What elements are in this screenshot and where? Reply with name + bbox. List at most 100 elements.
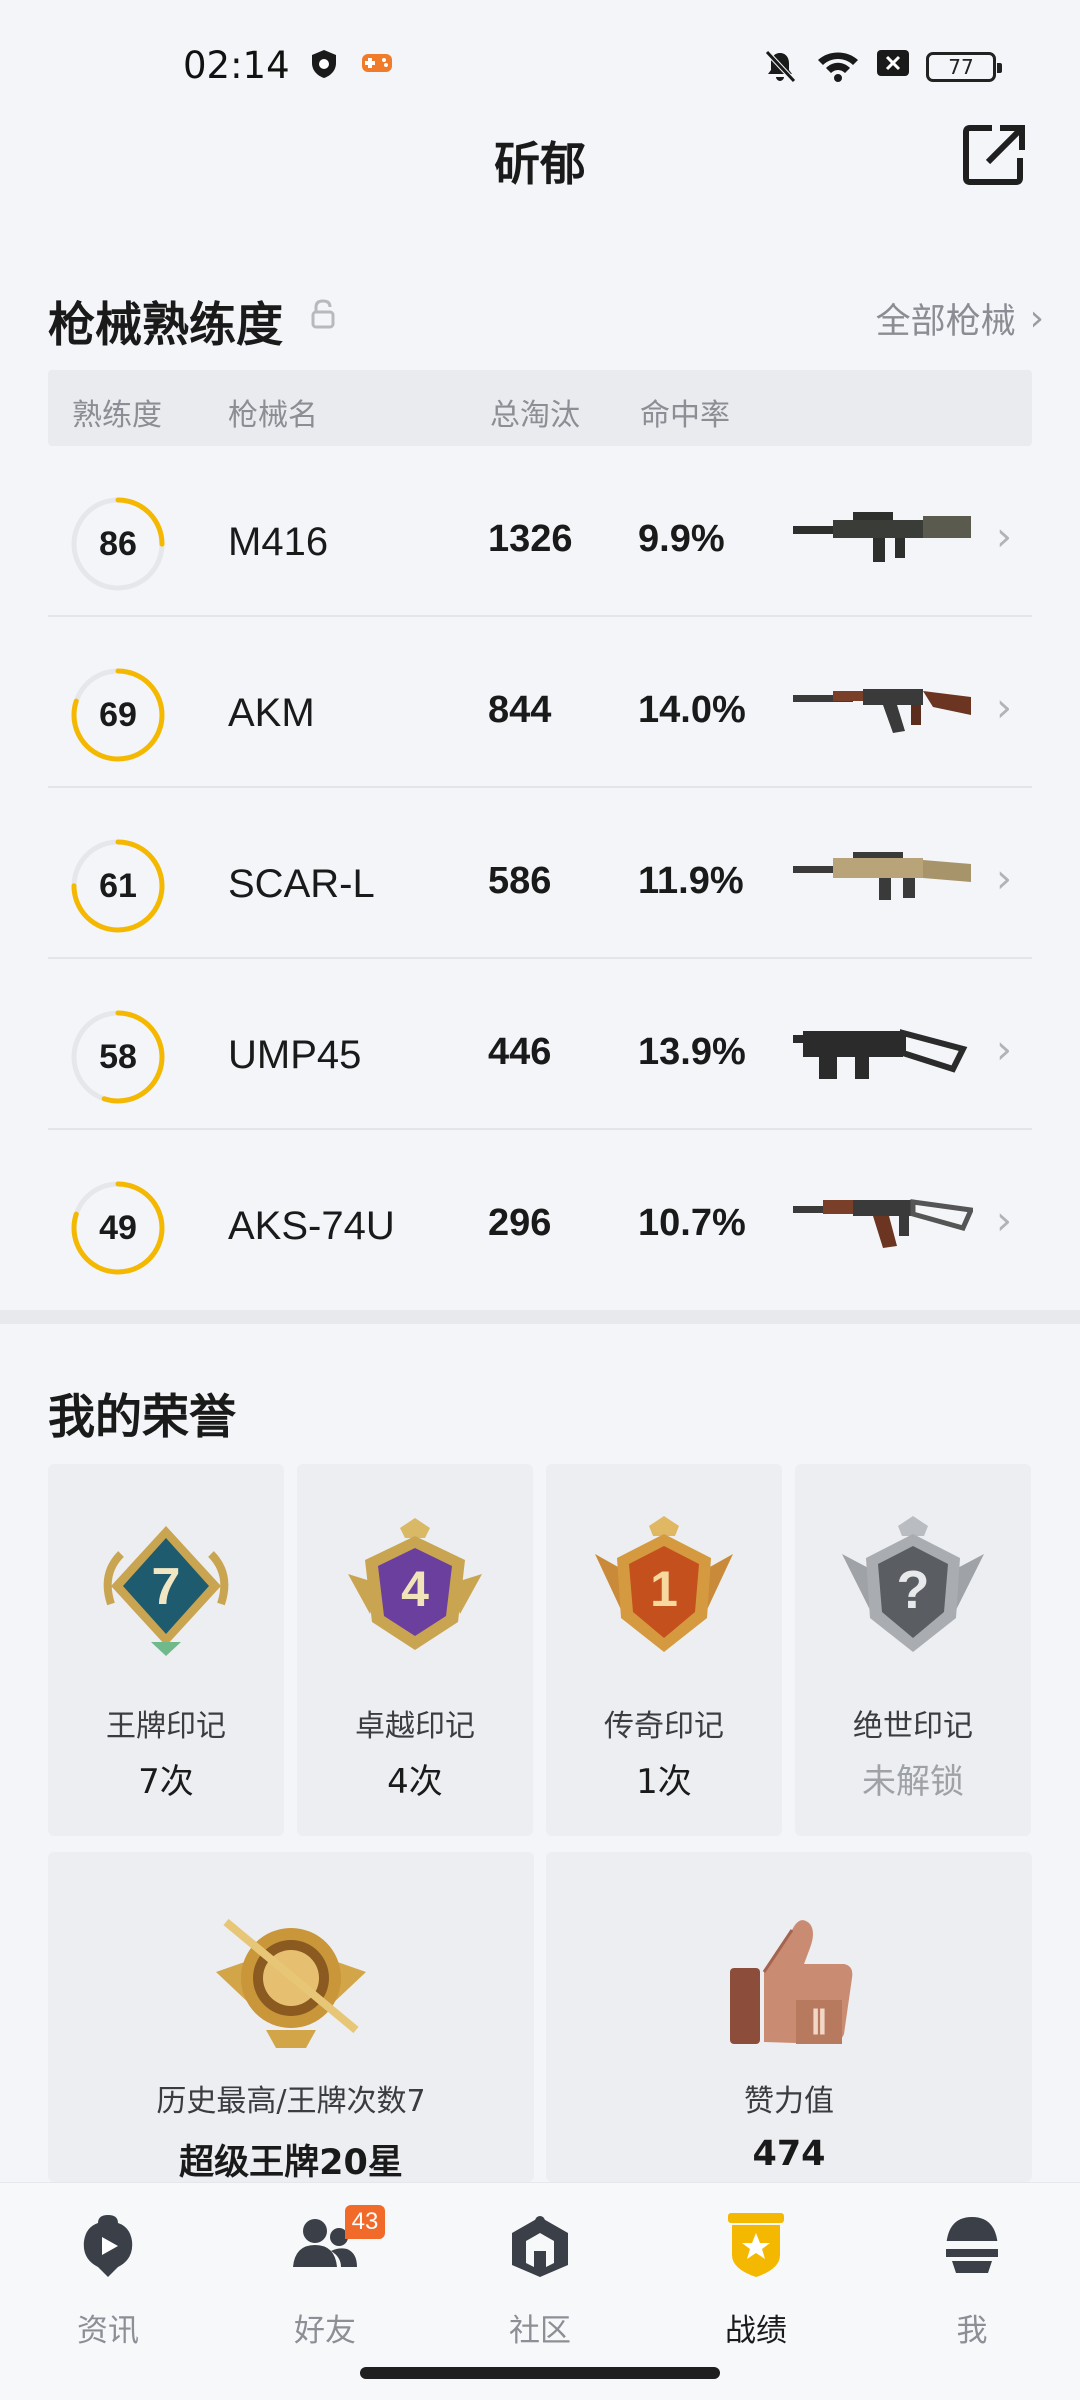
news-icon bbox=[83, 2215, 133, 2277]
honor-label: 王牌印记 bbox=[106, 1709, 226, 1744]
community-icon bbox=[512, 2216, 568, 2277]
svg-text:?: ? bbox=[897, 1560, 930, 1620]
all-weapons-label: 全部枪械 bbox=[875, 302, 1016, 342]
history-best-label: 历史最高/王牌次数7 bbox=[156, 2084, 426, 2119]
nav-label: 好友 bbox=[294, 2313, 356, 2349]
share-button[interactable] bbox=[962, 122, 1028, 188]
lock-icon bbox=[311, 299, 335, 329]
weapon-accuracy: 13.9% bbox=[638, 1031, 746, 1073]
honor-label: 传奇印记 bbox=[604, 1709, 724, 1744]
nav-item-news[interactable]: 资讯 bbox=[28, 2211, 188, 2361]
proficiency-level: 58 bbox=[99, 1038, 137, 1076]
status-bar: 02:14 77 bbox=[0, 0, 1080, 130]
honor-card-ace[interactable]: 7 王牌印记 7次 bbox=[48, 1464, 284, 1836]
weapons-section-title: 枪械熟练度 bbox=[48, 298, 283, 353]
legend-badge-icon: 1 bbox=[595, 1516, 733, 1652]
chevron-right-icon: › bbox=[1029, 298, 1044, 339]
nav-label: 我 bbox=[956, 2313, 988, 2349]
weapon-accuracy: 11.9% bbox=[638, 860, 744, 902]
rifle-akm-icon bbox=[793, 689, 971, 733]
weapon-name: AKS-74U bbox=[228, 1204, 395, 1248]
honor-card-legend[interactable]: 1 传奇印记 1次 bbox=[546, 1464, 782, 1836]
svg-text:1: 1 bbox=[650, 1561, 678, 1617]
record-icon bbox=[728, 2213, 784, 2277]
rifle-m416-icon bbox=[793, 512, 971, 562]
weapon-kills: 844 bbox=[488, 689, 552, 731]
nav-item-record[interactable]: 战绩 bbox=[676, 2211, 836, 2361]
column-header-proficiency: 熟练度 bbox=[72, 398, 162, 433]
weapon-kills: 296 bbox=[488, 1202, 552, 1244]
chevron-right-icon: › bbox=[996, 1198, 1012, 1244]
weapon-row[interactable]: 58 UMP45 446 13.9% › bbox=[48, 959, 1032, 1130]
likes-card[interactable]: Ⅱ 赞力值 474 bbox=[546, 1852, 1032, 2182]
peerless-badge-icon: ? bbox=[842, 1516, 984, 1652]
nav-label: 社区 bbox=[509, 2313, 571, 2349]
column-header-accuracy: 命中率 bbox=[640, 398, 730, 433]
chevron-right-icon: › bbox=[996, 514, 1012, 560]
excellent-badge-icon: 4 bbox=[348, 1518, 482, 1650]
friends-notification-badge: 43 bbox=[345, 2205, 385, 2239]
profile-icon bbox=[946, 2217, 998, 2273]
mute-icon bbox=[765, 50, 796, 83]
proficiency-level: 61 bbox=[99, 867, 137, 905]
weapon-row[interactable]: 69 AKM 844 14.0% › bbox=[48, 617, 1032, 788]
weapon-row[interactable]: 49 AKS-74U 296 10.7% › bbox=[48, 1130, 1032, 1301]
weapons-table-header: 熟练度 枪械名 总淘汰 命中率 bbox=[48, 370, 1032, 446]
chevron-right-icon: › bbox=[996, 1027, 1012, 1073]
honor-card-excellent[interactable]: 4 卓越印记 4次 bbox=[297, 1464, 533, 1836]
shield-app-icon bbox=[312, 50, 336, 78]
all-weapons-link[interactable]: 全部枪械 › bbox=[876, 293, 1044, 344]
chevron-right-icon: › bbox=[996, 856, 1012, 902]
weapon-kills: 446 bbox=[488, 1031, 552, 1073]
weapon-name: UMP45 bbox=[228, 1033, 362, 1077]
sim-disabled-icon bbox=[877, 50, 909, 76]
column-header-weapon-name: 枪械名 bbox=[228, 398, 318, 433]
column-header-kills: 总淘汰 bbox=[490, 398, 580, 433]
weapon-accuracy: 14.0% bbox=[638, 689, 746, 731]
ace-emblem-icon bbox=[216, 1918, 366, 2048]
honor-count: 4次 bbox=[387, 1762, 443, 1802]
nav-label: 战绩 bbox=[725, 2313, 787, 2349]
honor-count: 7次 bbox=[138, 1762, 194, 1802]
proficiency-level: 69 bbox=[99, 696, 137, 734]
ace-badge-icon: 7 bbox=[103, 1526, 229, 1656]
weapon-kills: 1326 bbox=[488, 518, 573, 560]
weapon-accuracy: 10.7% bbox=[638, 1202, 746, 1244]
history-best-value: 超级王牌20星 bbox=[179, 2143, 403, 2183]
weapon-name: SCAR-L bbox=[228, 862, 375, 906]
home-indicator[interactable] bbox=[360, 2367, 720, 2379]
history-best-card[interactable]: 历史最高/王牌次数7 超级王牌20星 bbox=[48, 1852, 534, 2183]
nav-item-friends[interactable]: 43 好友 bbox=[245, 2205, 405, 2361]
weapon-accuracy: 9.9% bbox=[638, 518, 725, 560]
status-time: 02:14 bbox=[183, 44, 290, 87]
rifle-scar-l-icon bbox=[793, 852, 971, 900]
nav-item-community[interactable]: 社区 bbox=[460, 2211, 620, 2361]
weapon-kills: 586 bbox=[488, 860, 552, 902]
game-app-icon bbox=[362, 54, 392, 72]
honor-card-peerless[interactable]: ? 绝世印记 未解锁 bbox=[795, 1464, 1031, 1836]
proficiency-level: 86 bbox=[99, 525, 137, 563]
proficiency-level: 49 bbox=[99, 1209, 137, 1247]
bottom-nav: 资讯 43 好友 社区 战绩 我 bbox=[0, 2182, 1080, 2400]
page-title: 斫郁 bbox=[494, 137, 586, 191]
svg-text:7: 7 bbox=[152, 1558, 181, 1616]
rifle-aks74u-icon bbox=[793, 1199, 973, 1248]
weapon-row[interactable]: 61 SCAR-L 586 11.9% › bbox=[48, 788, 1032, 959]
section-divider bbox=[0, 1310, 1080, 1324]
wifi-icon bbox=[818, 52, 858, 82]
honors-section-title: 我的荣誉 bbox=[48, 1390, 236, 1445]
weapon-name: M416 bbox=[228, 520, 329, 564]
chevron-right-icon: › bbox=[996, 685, 1012, 731]
weapon-name: AKM bbox=[228, 691, 315, 735]
weapon-row[interactable]: 86 M416 1326 9.9% › bbox=[48, 446, 1032, 617]
nav-label: 资讯 bbox=[77, 2313, 139, 2349]
svg-text:Ⅱ: Ⅱ bbox=[811, 2005, 828, 2042]
nav-item-me[interactable]: 我 bbox=[892, 2211, 1052, 2361]
smg-ump45-icon bbox=[793, 1029, 968, 1079]
battery-indicator: 77 bbox=[926, 52, 1002, 82]
honor-count-locked: 未解锁 bbox=[862, 1762, 964, 1802]
svg-text:4: 4 bbox=[401, 1561, 429, 1617]
honor-count: 1次 bbox=[636, 1762, 692, 1802]
likes-label: 赞力值 bbox=[744, 2084, 834, 2119]
honor-label: 卓越印记 bbox=[355, 1709, 475, 1744]
